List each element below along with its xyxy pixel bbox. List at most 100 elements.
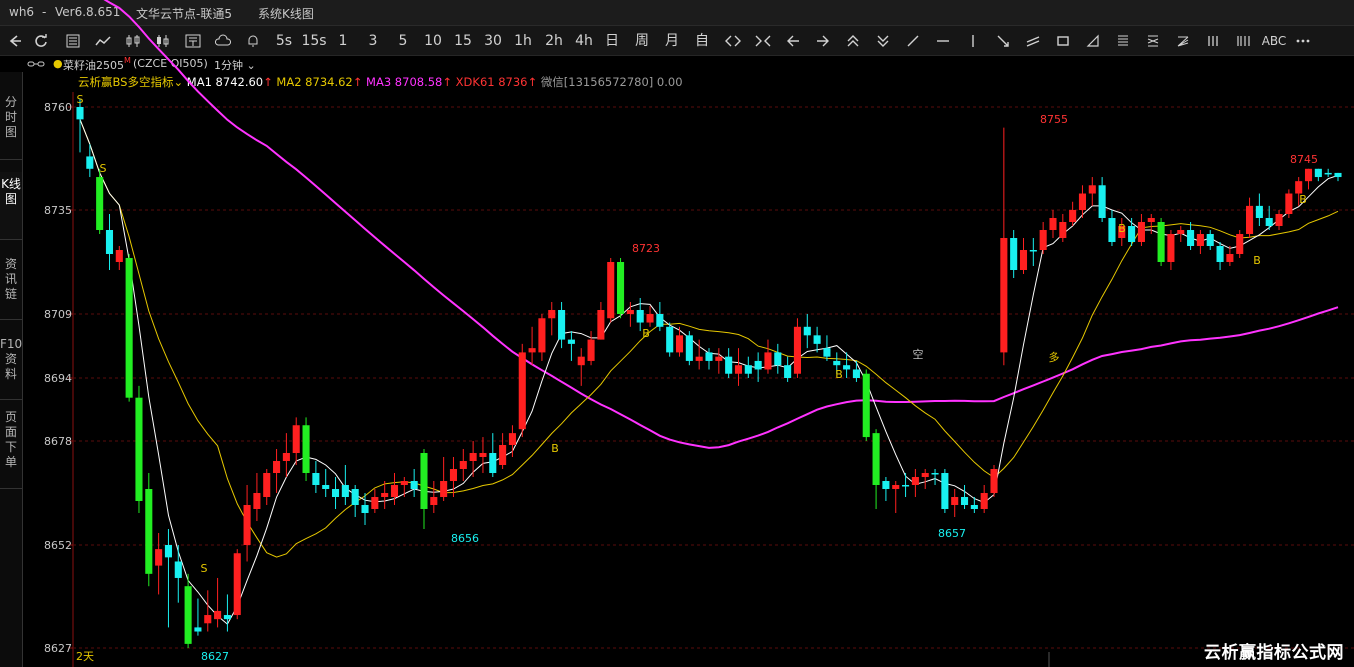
candle-body bbox=[351, 489, 359, 505]
candle-body bbox=[499, 445, 507, 465]
candle-body bbox=[145, 489, 153, 574]
candle-body bbox=[577, 356, 585, 366]
candle-up bbox=[646, 306, 654, 327]
candle-up bbox=[400, 477, 408, 497]
candle-body bbox=[459, 461, 467, 469]
candle-down bbox=[96, 168, 104, 234]
candle-body bbox=[76, 107, 84, 120]
candle-down bbox=[1255, 193, 1263, 226]
candle-body bbox=[135, 397, 143, 501]
candle-down bbox=[1314, 168, 1322, 182]
candle-body bbox=[194, 627, 202, 632]
candle-up bbox=[1285, 189, 1293, 218]
candle-body bbox=[214, 610, 222, 620]
candle-up bbox=[734, 348, 743, 386]
candle-up bbox=[1069, 201, 1077, 226]
candle-up bbox=[597, 302, 605, 340]
candle-body bbox=[548, 310, 556, 319]
candle-body bbox=[125, 258, 133, 398]
candle-body bbox=[1049, 218, 1057, 230]
candle-body bbox=[784, 365, 792, 378]
candle-up bbox=[715, 348, 723, 374]
candle-body bbox=[626, 310, 634, 314]
kline-chart[interactable]: 8760 8735 8709 8694 8678 8652 8627 8723 8755 8… bbox=[0, 0, 1354, 667]
candle-body bbox=[223, 615, 231, 620]
y-tick-label: 8678 bbox=[44, 435, 72, 448]
candle-up bbox=[793, 318, 801, 378]
candle-down bbox=[1010, 230, 1018, 278]
candle-down bbox=[1187, 222, 1195, 250]
candle-down bbox=[784, 356, 792, 382]
candle-down bbox=[410, 469, 418, 497]
candle-body bbox=[96, 177, 104, 230]
candle-body bbox=[1000, 238, 1008, 353]
candle-down bbox=[872, 429, 880, 509]
candle-up bbox=[548, 302, 556, 336]
candle-body bbox=[951, 497, 959, 505]
candle-body bbox=[675, 335, 684, 353]
candle-down bbox=[322, 469, 330, 497]
candle-up bbox=[214, 577, 222, 628]
candle-up bbox=[449, 457, 458, 497]
candle-body bbox=[538, 318, 546, 353]
candle-down bbox=[902, 473, 910, 497]
candles bbox=[76, 98, 1342, 648]
candle-up bbox=[499, 433, 507, 469]
candle-down bbox=[145, 473, 153, 587]
candle-up bbox=[980, 485, 988, 513]
candle-up bbox=[892, 481, 900, 513]
candle-body bbox=[1059, 222, 1067, 238]
candle-up bbox=[204, 590, 212, 632]
candle-down bbox=[164, 529, 172, 628]
candle-body bbox=[705, 352, 713, 361]
candle-body bbox=[990, 469, 998, 493]
candle-body bbox=[960, 497, 969, 505]
candle-up bbox=[1246, 197, 1254, 238]
y-tick-label: 8627 bbox=[44, 642, 72, 655]
candle-body bbox=[400, 481, 408, 485]
ma3-path bbox=[103, 0, 1339, 449]
candle-body bbox=[872, 433, 880, 485]
candle-up bbox=[1000, 127, 1008, 366]
low-label: 8656 bbox=[451, 532, 479, 545]
candle-body bbox=[1226, 254, 1234, 262]
price-axis: 8760 8735 8709 8694 8678 8652 8627 bbox=[44, 101, 73, 655]
candle-down bbox=[823, 335, 831, 361]
short-signal: 空 bbox=[913, 347, 924, 361]
candle-body bbox=[970, 505, 978, 509]
candle-up bbox=[921, 469, 929, 489]
candle-down bbox=[862, 369, 870, 441]
candle-body bbox=[1137, 222, 1145, 242]
candle-down bbox=[1098, 177, 1106, 222]
candle-down bbox=[685, 331, 693, 366]
y-tick-label: 8709 bbox=[44, 308, 72, 321]
candle-body bbox=[941, 473, 949, 509]
candle-down bbox=[174, 545, 182, 603]
price-grid bbox=[72, 92, 1354, 667]
ma3-line bbox=[103, 0, 1339, 449]
y-tick-label: 8735 bbox=[44, 204, 72, 217]
candle-body bbox=[1265, 218, 1273, 226]
candle-down bbox=[931, 469, 939, 485]
candle-body bbox=[1167, 234, 1175, 262]
candle-body bbox=[1206, 234, 1214, 246]
candle-body bbox=[862, 373, 870, 438]
candle-down bbox=[960, 485, 969, 509]
candle-body bbox=[449, 469, 458, 481]
y-tick-label: 8760 bbox=[44, 101, 72, 114]
candle-up bbox=[459, 449, 467, 481]
candle-up bbox=[911, 469, 919, 497]
candle-body bbox=[1216, 246, 1224, 262]
buy-signal: B bbox=[1253, 254, 1261, 267]
candle-body bbox=[695, 356, 703, 361]
candle-down bbox=[184, 573, 192, 648]
candle-body bbox=[253, 493, 261, 509]
candle-body bbox=[1255, 205, 1263, 218]
candle-body bbox=[1019, 250, 1028, 270]
candle-body bbox=[558, 310, 566, 340]
low-label: 8627 bbox=[201, 650, 229, 663]
candle-body bbox=[1128, 226, 1136, 242]
candle-body bbox=[1314, 168, 1322, 178]
candle-up bbox=[430, 481, 438, 513]
candle-body bbox=[1285, 193, 1293, 214]
